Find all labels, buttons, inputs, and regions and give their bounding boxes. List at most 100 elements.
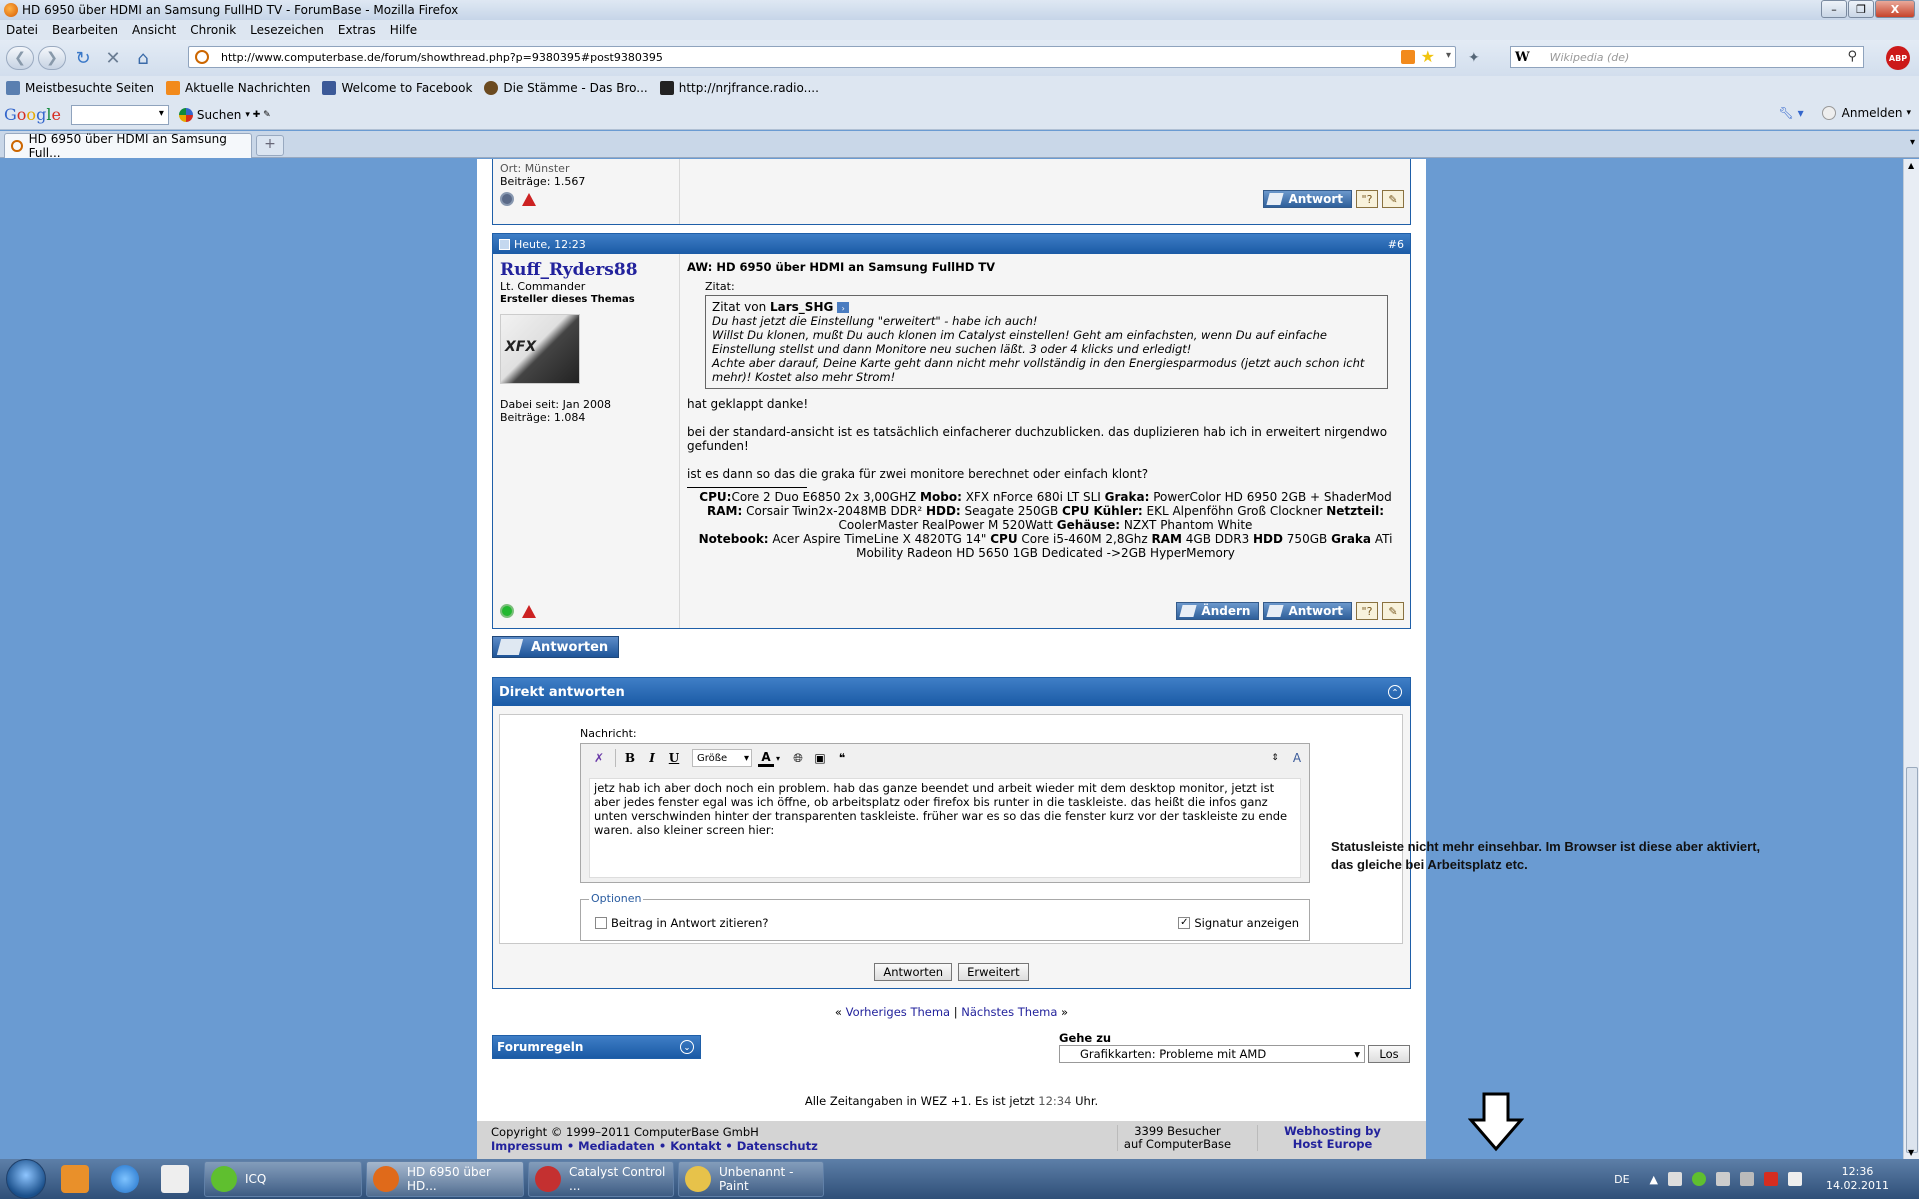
scroll-down-icon[interactable]: ▼ [1908, 1148, 1914, 1157]
bookmark-staemme[interactable]: Die Stämme - Das Bro... [484, 81, 648, 95]
start-button[interactable] [6, 1159, 46, 1199]
minimize-button[interactable]: – [1821, 0, 1847, 18]
antivirus-icon[interactable] [1764, 1172, 1779, 1186]
action-center-icon[interactable] [1788, 1172, 1803, 1186]
reload-icon[interactable]: ↻ [70, 48, 96, 69]
tray-app-icon[interactable] [1668, 1172, 1683, 1186]
los-button[interactable]: Los [1368, 1045, 1410, 1063]
menu-chronik[interactable]: Chronik [190, 23, 236, 37]
report-icon[interactable] [522, 192, 536, 206]
post-6-antwort-button[interactable]: Antwort [1263, 602, 1352, 620]
advanced-reply-button[interactable]: Erweitert [958, 963, 1029, 981]
search-icon[interactable]: ⚲ [1847, 49, 1857, 64]
post-5-antwort-button[interactable]: Antwort [1263, 190, 1352, 208]
italic-button[interactable]: I [642, 748, 662, 768]
taskbar-paint[interactable]: Unbenannt - Paint [678, 1161, 824, 1197]
rss-icon[interactable] [1401, 50, 1415, 64]
insert-image-icon[interactable]: ▣ [810, 748, 830, 768]
menu-hilfe[interactable]: Hilfe [390, 23, 417, 37]
anmelden-link[interactable]: Anmelden [1842, 106, 1903, 120]
remove-format-icon[interactable]: ✗ [589, 748, 609, 768]
quote-multi-icon[interactable]: "? [1356, 602, 1378, 620]
checkbox-unchecked[interactable] [595, 917, 607, 929]
tray-icq-icon[interactable] [1692, 1172, 1707, 1186]
adblock-icon[interactable]: ABP [1886, 46, 1910, 70]
menu-ansicht[interactable]: Ansicht [132, 23, 176, 37]
taskbar-catalyst[interactable]: Catalyst Control ... [528, 1161, 674, 1197]
forum-jump-select[interactable]: Grafikkarten: Probleme mit AMD [1059, 1045, 1365, 1063]
volume-icon[interactable] [1716, 1172, 1731, 1186]
expand-icon[interactable]: ⌄ [680, 1040, 694, 1054]
collapse-icon[interactable]: ⌃ [1388, 685, 1402, 699]
google-search-input[interactable] [70, 104, 169, 125]
anmelden-dropdown-icon[interactable]: ▾ [1906, 108, 1911, 118]
menu-extras[interactable]: Extras [338, 23, 376, 37]
antworten-button[interactable]: Antworten [492, 636, 619, 658]
taskbar-firefox[interactable]: HD 6950 über HD... [366, 1161, 524, 1197]
tab-current[interactable]: HD 6950 über HDMI an Samsung Full... [4, 132, 252, 160]
vertical-scrollbar[interactable]: ▲ ▼ [1903, 159, 1919, 1159]
quick-reply-icon[interactable]: ✎ [1382, 190, 1404, 208]
insert-link-icon[interactable]: 🌐︎ [788, 748, 808, 768]
quote-multi-icon[interactable]: "? [1356, 190, 1378, 208]
switch-mode-icon[interactable]: A [1287, 748, 1307, 768]
insert-quote-icon[interactable]: ❝ [832, 748, 852, 768]
username-link[interactable]: Ruff_Ryders88 [500, 260, 672, 280]
google-suchen-button[interactable]: Suchen ▾ ✚ ✎ [178, 107, 271, 122]
stop-icon[interactable]: ✕ [100, 48, 126, 69]
underline-button[interactable]: U [664, 748, 684, 768]
resize-icon[interactable]: ⇕ [1265, 748, 1285, 768]
bookmark-nrj[interactable]: http://nrjfrance.radio.... [659, 81, 819, 95]
footer-links[interactable]: Impressum • Mediadaten • Kontakt • Daten… [491, 1139, 818, 1153]
bookmark-meistbesuchte[interactable]: Meistbesuchte Seiten [6, 81, 154, 95]
tab-list-icon[interactable]: ▾ [1910, 137, 1915, 148]
bookmark-facebook[interactable]: Welcome to Facebook [322, 81, 472, 95]
network-icon[interactable] [1740, 1172, 1755, 1186]
submit-reply-button[interactable]: Antworten [874, 963, 953, 981]
clock[interactable]: 12:36 14.02.2011 [1826, 1165, 1889, 1193]
report-icon[interactable] [522, 604, 536, 618]
url-bar[interactable]: http://www.computerbase.de/forum/showthr… [188, 46, 1456, 68]
next-thread-link[interactable]: Nächstes Thema [961, 1005, 1057, 1019]
menu-lesezeichen[interactable]: Lesezeichen [250, 23, 324, 37]
font-color-button[interactable]: A [758, 749, 774, 767]
scrollbar-thumb[interactable] [1906, 767, 1918, 1153]
menu-bearbeiten[interactable]: Bearbeiten [52, 23, 118, 37]
previous-thread-link[interactable]: Vorheriges Thema [846, 1005, 950, 1019]
language-indicator[interactable]: DE [1614, 1173, 1629, 1186]
post-6-aendern-button[interactable]: Ändern [1176, 602, 1260, 620]
internet-explorer-icon[interactable] [104, 1161, 146, 1197]
bold-button[interactable]: B [620, 748, 640, 768]
wikipedia-icon[interactable]: W [1515, 50, 1530, 65]
hosting-link[interactable]: Webhosting by Host Europe [1257, 1125, 1407, 1151]
maximize-button[interactable]: ❐ [1848, 0, 1874, 18]
app-icon[interactable] [154, 1161, 196, 1197]
message-textarea[interactable]: jetz hab ich aber doch noch ein problem.… [589, 778, 1301, 878]
forumregeln-panel[interactable]: Forumregeln ⌄ [492, 1035, 701, 1059]
checkbox-checked[interactable]: ✓ [1178, 917, 1191, 929]
quick-reply-icon[interactable]: ✎ [1382, 602, 1404, 620]
media-player-icon[interactable] [54, 1161, 96, 1197]
addon-icon[interactable]: ✦ [1468, 50, 1480, 66]
new-tab-button[interactable]: + [256, 135, 284, 156]
bookmark-star-icon[interactable]: ★ [1421, 47, 1435, 66]
url-text[interactable]: http://www.computerbase.de/forum/showthr… [221, 51, 663, 64]
url-dropdown-icon[interactable]: ▾ [1446, 50, 1451, 61]
quote-in-reply-checkbox[interactable]: Beitrag in Antwort zitieren? [595, 916, 769, 930]
scroll-up-icon[interactable]: ▲ [1908, 161, 1914, 170]
back-icon[interactable]: ❮ [6, 46, 34, 70]
font-color-dropdown-icon[interactable]: ▾ [776, 754, 780, 763]
font-size-select[interactable]: Größe [692, 749, 752, 767]
forward-icon[interactable]: ❯ [38, 46, 66, 70]
close-button[interactable]: X [1875, 0, 1915, 18]
post-number[interactable]: #6 [1388, 238, 1404, 251]
search-placeholder[interactable]: Wikipedia (de) [1550, 51, 1630, 64]
show-hidden-icons[interactable]: ▲ [1650, 1173, 1658, 1186]
taskbar-icq[interactable]: ICQ [204, 1161, 362, 1197]
bookmark-nachrichten[interactable]: Aktuelle Nachrichten [166, 81, 310, 95]
view-post-icon[interactable]: › [837, 302, 850, 313]
search-bar[interactable]: W Wikipedia (de) ⚲ [1510, 46, 1864, 68]
show-signature-checkbox[interactable]: ✓ Signatur anzeigen [1178, 916, 1299, 930]
menu-datei[interactable]: Datei [6, 23, 38, 37]
home-icon[interactable]: ⌂ [130, 48, 156, 69]
